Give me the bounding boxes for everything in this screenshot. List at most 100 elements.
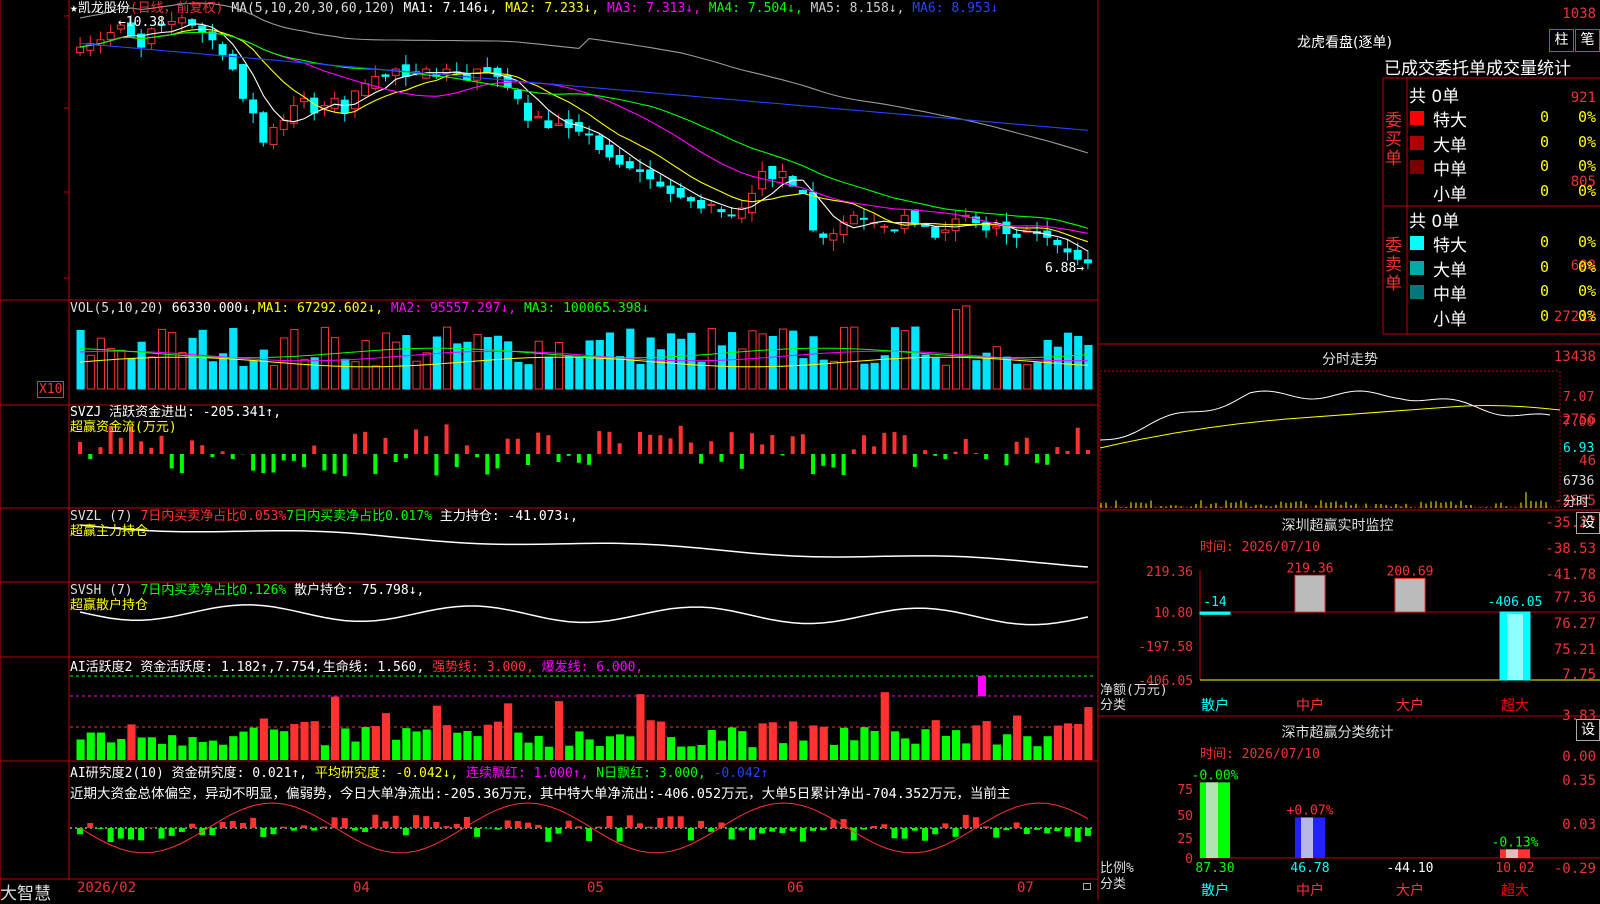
ai-activity-bar [392,740,400,760]
period-label[interactable]: (日线，前复权) [130,1,224,16]
bar-mode-button[interactable]: 柱 [1549,29,1574,52]
candle-body [341,100,348,113]
ai-research-bar [118,828,124,839]
svzj-bar [618,443,622,454]
kline-chart-area[interactable]: 219.3610.80-197.58-406.05-14散户219.36中户20… [0,0,1600,900]
volume-bar [240,366,247,389]
lock-icon[interactable] [1083,883,1091,890]
svzj-bar [557,454,561,462]
svsh-legend: SVSH (7) 7日内买卖净占比0.126% 散户持仓: 75.798↓, [70,583,424,599]
monitor-value: -14 [1203,595,1227,610]
ai-research-bar [606,816,612,828]
svzl-legend: SVZL (7) 7日内买卖净占比0.053%7日内买卖净占比0.017% 主力… [70,509,578,525]
ai-activity-bar [1044,736,1052,760]
minute-price-line [1100,391,1550,440]
candle-body [667,186,674,193]
volume-bar [749,331,756,389]
svzj-bar [913,454,917,467]
brand-logo[interactable]: 大智慧 [0,879,51,904]
ai-activity-bar [199,742,207,760]
ai-activity-bar [667,737,675,760]
class-bottom-label: 46.78 [1290,861,1329,876]
vol-unit-badge[interactable]: X10 [37,381,64,398]
minute-avg-line [1100,406,1560,448]
ai-activity-bar [97,733,105,760]
candle-body [545,121,552,128]
ai-research-bar [698,821,704,828]
ai-activity-bar [555,701,563,760]
volume-bar [555,343,562,389]
ai-research-bar [423,816,429,828]
volume-bar [474,334,481,389]
stock-name[interactable]: 凯龙股份 [78,1,130,16]
ai-activity-bar [474,736,482,760]
candle-body [748,193,755,212]
class-settings-button[interactable]: 设 [1576,719,1600,741]
svsh-tick: 77.36 [1536,590,1600,606]
svzj-bar [923,450,927,454]
svzj-bar [526,454,530,465]
volume-bar [342,359,349,389]
volume-bar [128,359,135,389]
ai-activity-bar [382,713,390,760]
ai-research-bar [556,828,562,834]
volume-bar [637,364,644,389]
minute-chart-title[interactable]: 分时走势 [1100,349,1600,369]
vol-legend: VOL(5,10,20) 66330.000↓,MA1: 67292.602↓,… [70,301,649,317]
ai-activity-bar [494,722,502,760]
ai-activity-bar [565,746,573,760]
svzj-bar [943,454,947,459]
ai-research-bar [912,828,918,831]
ai-research-bar [230,821,236,828]
ai-research-bar [617,828,623,842]
ai-activity-bar [932,720,940,760]
volume-bar [505,342,512,389]
volume-bar [790,331,797,389]
candle-body [382,75,389,76]
ai-activity-bar [759,723,767,760]
volume-bar [138,342,145,389]
volume-bar [871,363,878,389]
ai-research-bar [688,828,694,840]
svzj-bar [679,426,683,454]
volume-bar [810,337,817,389]
ai-research-bar [668,816,674,828]
ai-research-bar [1044,828,1050,833]
volume-bar [841,327,848,389]
svzj-bar [455,454,459,467]
ai-activity-bar [840,728,848,760]
volume-bar [403,336,410,389]
monitor-category: 中户 [1296,697,1324,714]
tick-mode-button[interactable]: 笔 [1575,29,1600,52]
ai-activity-bar [626,736,634,760]
svzj-bar [699,454,703,463]
volume-bar [586,341,593,389]
date-label: 05 [587,880,604,896]
volume-bar [494,336,501,389]
class-bottom-label: -44.10 [1387,861,1434,876]
monitor-title: 深圳超赢实时监控 [1100,515,1575,535]
stats-title: 已成交委托单成交量统计 [1384,54,1600,79]
ai-activity-bar [280,731,288,760]
svzj-bar [801,434,805,454]
ai-research-bar [321,827,327,828]
vol-ma1: MA1: 67292.602↓, [258,301,383,316]
ai-research-bar [179,828,185,832]
ai-activity-bar [1033,746,1041,760]
candle-body [718,210,725,212]
ai-activity-bar [728,727,736,760]
ai-res-tick: 0.03 [1536,817,1600,833]
monitor-settings-button[interactable]: 设 [1576,512,1600,534]
ai-research-bar [240,823,246,828]
svzj-bar [485,454,489,475]
volume-bar [545,357,552,389]
candle-body [331,98,338,108]
ai-activity-bar [1003,734,1011,760]
ai-activity-bar [107,742,115,760]
ai-research-bar [902,828,908,839]
ai-research-bar [352,828,358,831]
volume-bar [861,364,868,389]
ai-research-bar [678,816,684,828]
svzj-bar [394,454,398,462]
ai-research-bar [861,828,867,830]
